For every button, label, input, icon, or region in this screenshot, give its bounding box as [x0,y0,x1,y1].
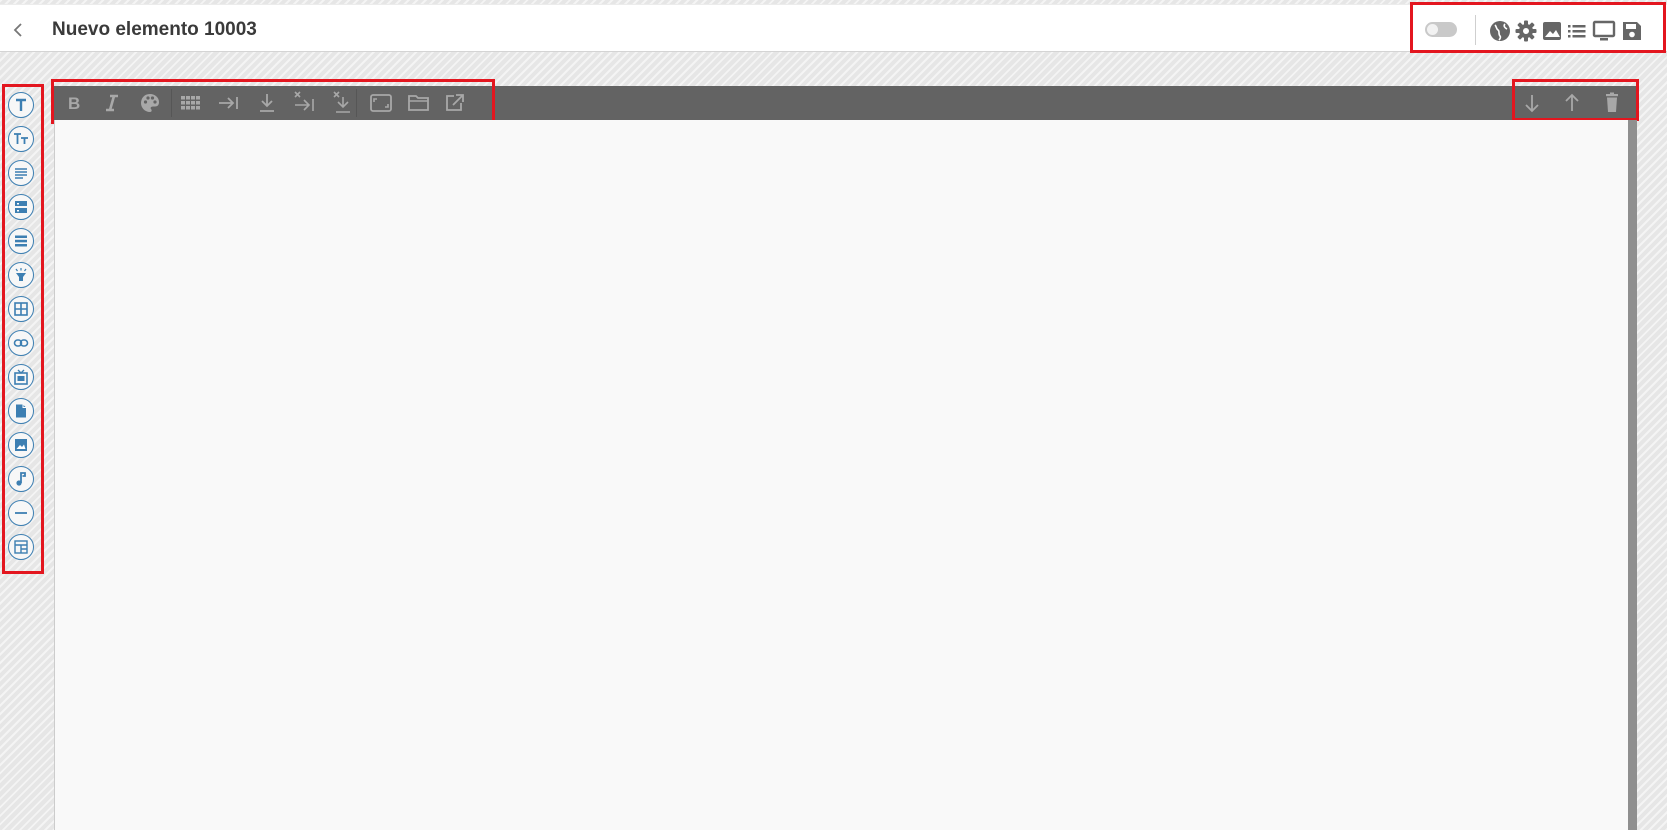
globe-icon[interactable] [1488,19,1512,43]
embed-icon[interactable] [8,364,34,390]
canvas-scrollbar[interactable] [1628,120,1637,830]
chevron-left-icon[interactable] [8,19,30,41]
editor-toolbar: B [54,86,1637,120]
page-title: Nuevo elemento 10003 [52,19,257,40]
monitor-icon[interactable] [1592,19,1616,43]
paragraph-icon[interactable] [8,160,34,186]
link-icon[interactable] [8,330,34,356]
element-palette [4,86,42,572]
table-icon[interactable] [8,296,34,322]
palette-icon[interactable] [137,91,163,115]
indent-icon[interactable] [216,91,242,115]
image-icon[interactable] [8,432,34,458]
trash-icon[interactable] [1599,91,1625,115]
arrow-up-icon[interactable] [1559,91,1585,115]
highlight-icon[interactable] [8,262,34,288]
music-note-icon[interactable] [8,466,34,492]
open-external-icon[interactable] [442,91,468,115]
text-icon[interactable] [8,92,34,118]
image-icon[interactable] [1540,19,1564,43]
move-down-icon[interactable] [254,91,280,115]
editor-canvas[interactable] [54,120,1628,830]
bold-icon[interactable]: B [60,91,86,115]
remove-move-down-icon[interactable] [330,91,356,115]
app-header: Nuevo elemento 10003 [0,4,1667,52]
divider-icon[interactable] [8,500,34,526]
remove-indent-icon[interactable] [292,91,318,115]
grid-icon[interactable] [178,91,204,115]
layout-icon[interactable] [8,534,34,560]
text-size-icon[interactable] [8,126,34,152]
header-divider [1475,15,1476,45]
fit-icon[interactable] [368,91,394,115]
toolbar-separator [171,89,172,117]
folder-icon[interactable] [406,91,432,115]
toolbar-separator [356,89,357,117]
svg-text:B: B [68,94,80,113]
save-icon[interactable] [1620,19,1644,43]
document-icon[interactable] [8,398,34,424]
list-icon[interactable] [1565,19,1589,43]
gear-icon[interactable] [1514,19,1538,43]
arrow-down-icon[interactable] [1519,91,1545,115]
italic-icon[interactable] [99,91,125,115]
form-icon[interactable] [8,194,34,220]
preview-toggle[interactable] [1425,22,1457,37]
toggle-knob [1427,24,1438,35]
rows-icon[interactable] [8,228,34,254]
